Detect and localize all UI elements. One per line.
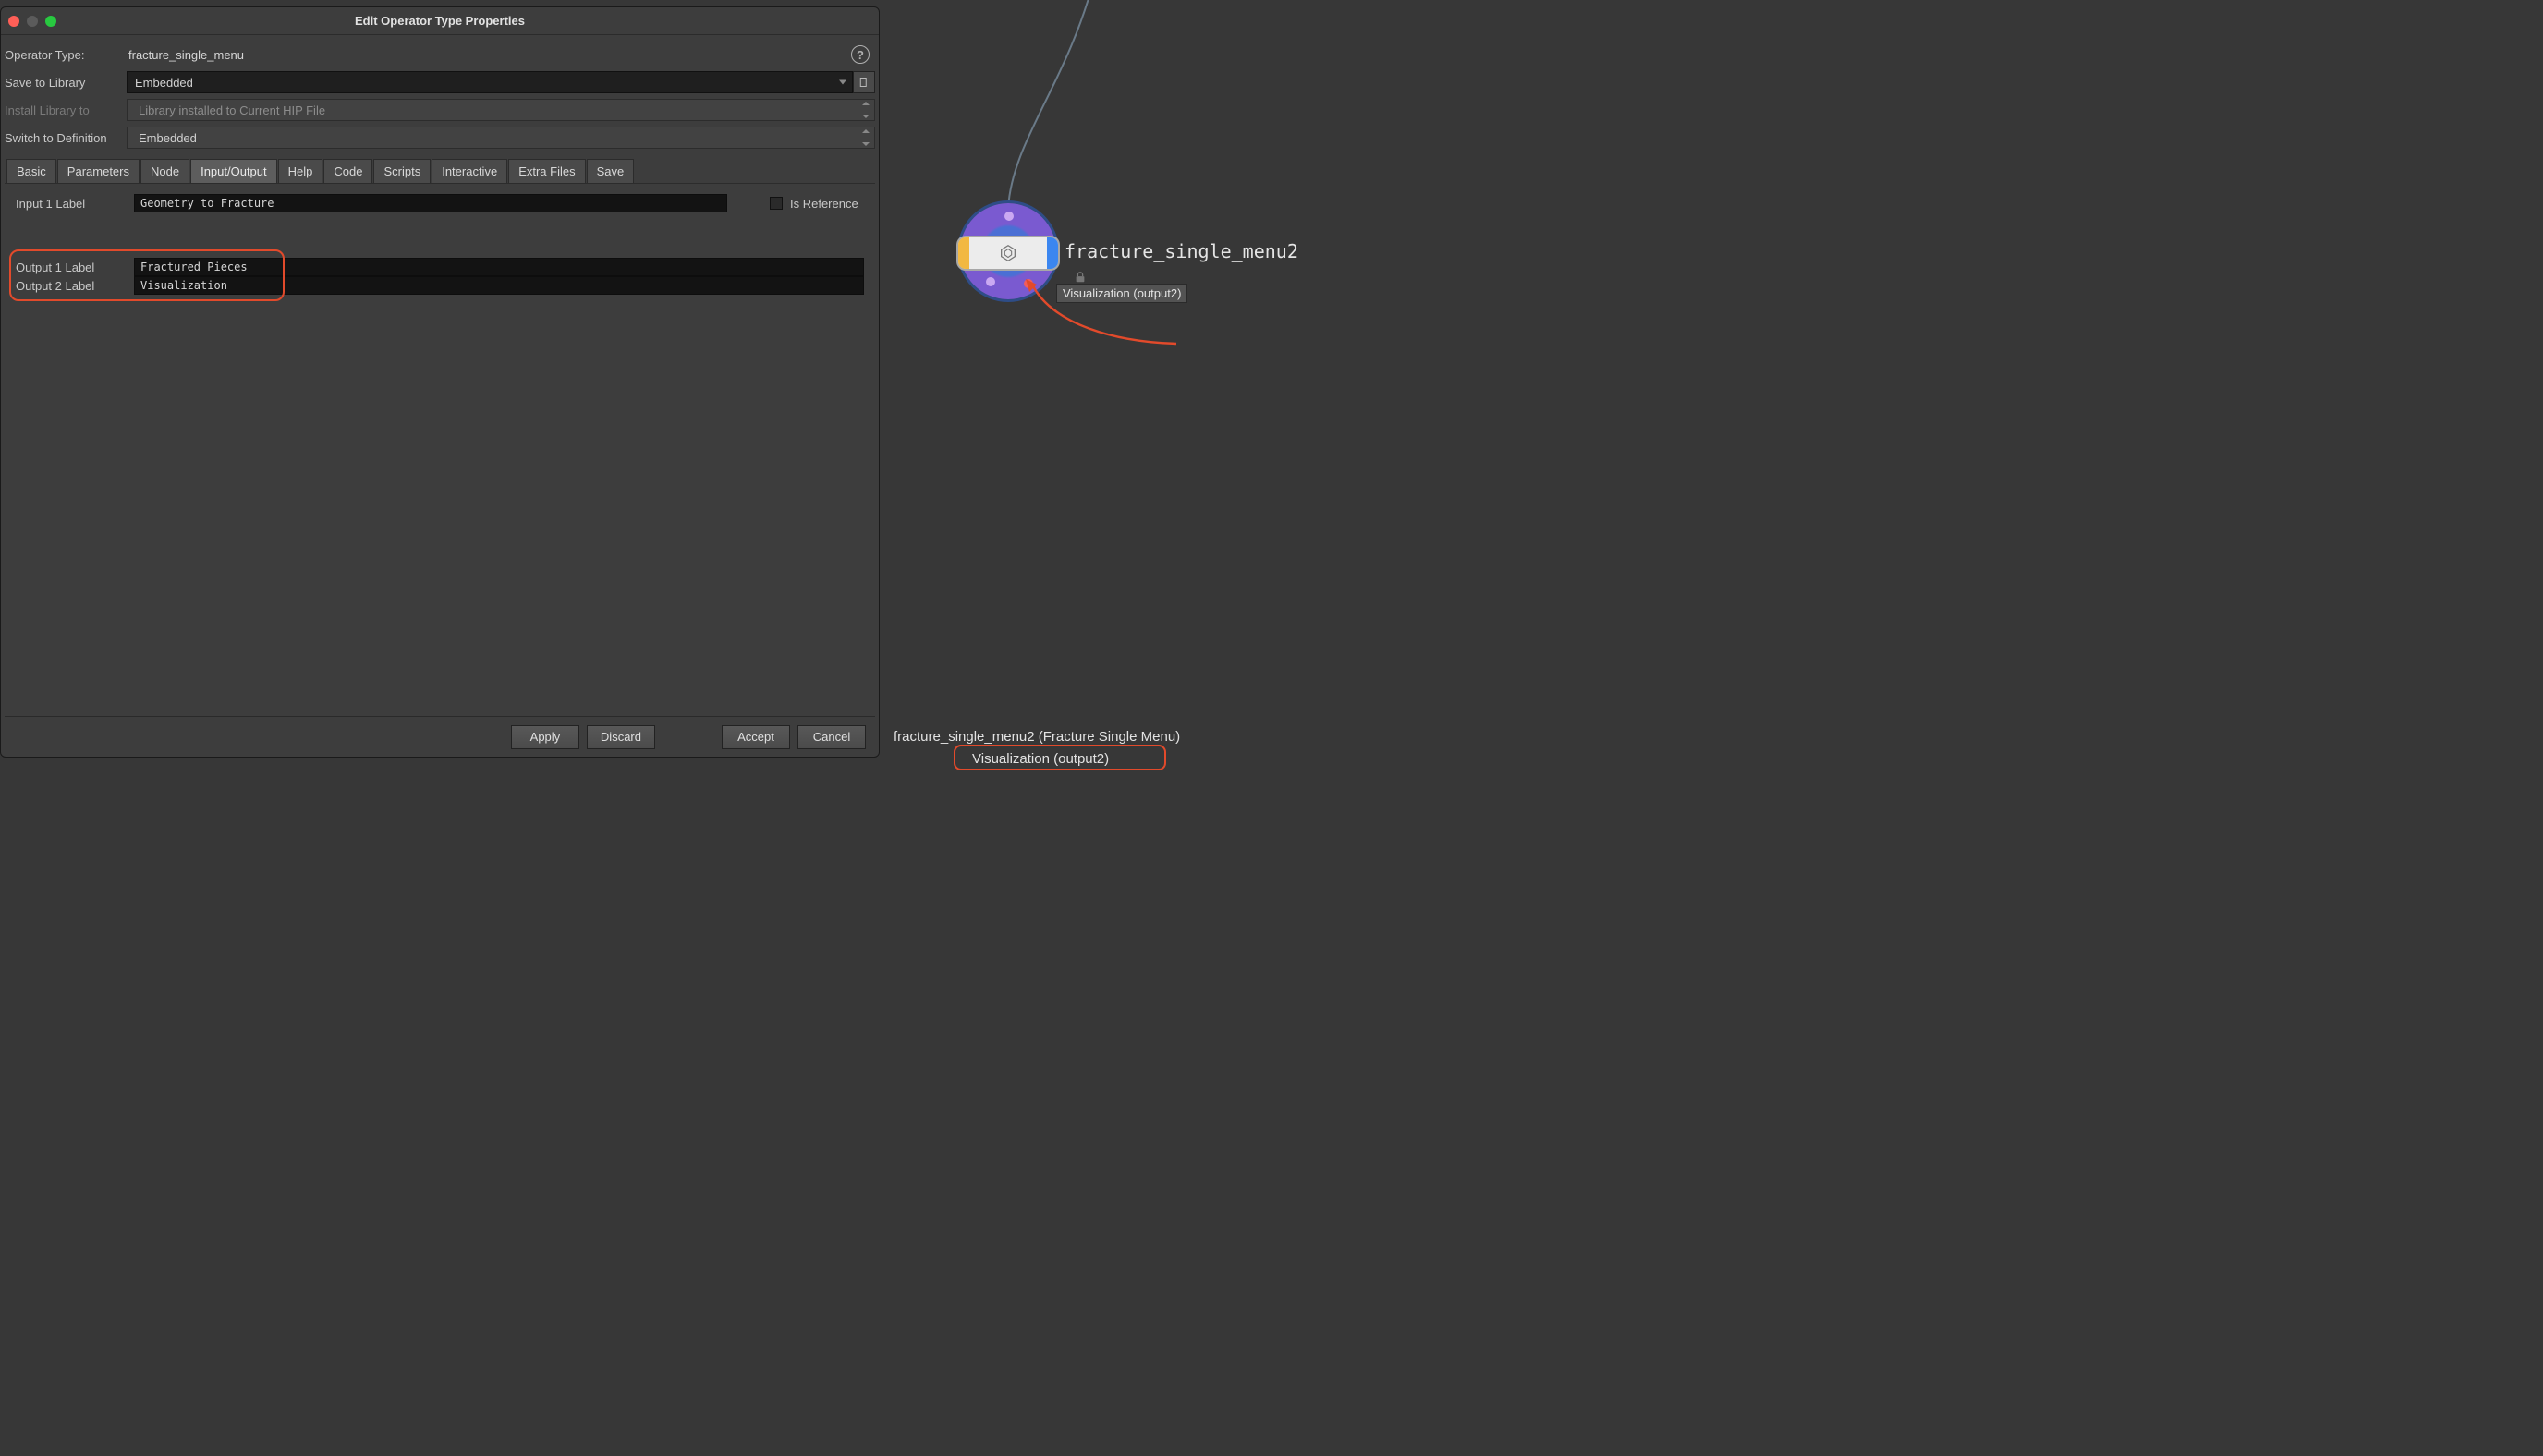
input1-label: Input 1 Label <box>10 197 134 211</box>
is-reference-label: Is Reference <box>790 197 858 211</box>
accept-button[interactable]: Accept <box>722 725 790 749</box>
save-to-library-row: Save to Library Embedded <box>5 68 875 96</box>
chevron-down-icon <box>839 80 846 85</box>
tab-node[interactable]: Node <box>140 159 189 183</box>
output2-field[interactable]: Visualization <box>134 276 864 295</box>
lock-icon <box>1074 271 1087 284</box>
file-icon <box>858 77 870 88</box>
is-reference-checkbox[interactable] <box>770 197 783 210</box>
input1-field[interactable]: Geometry to Fracture <box>134 194 727 212</box>
output1-row: Output 1 Label Fractured Pieces <box>10 258 870 276</box>
switch-definition-value: Embedded <box>139 131 197 145</box>
output2-row: Output 2 Label Visualization <box>10 276 870 295</box>
output-tooltip: Visualization (output2) <box>1056 284 1187 303</box>
node-output1-dot[interactable] <box>986 277 995 286</box>
tab-save[interactable]: Save <box>587 159 635 183</box>
dialog-footer: Apply Discard Accept Cancel <box>5 716 875 757</box>
tab-extra-files[interactable]: Extra Files <box>508 159 585 183</box>
node-input-dot[interactable] <box>1004 212 1014 221</box>
switch-definition-row: Switch to Definition Embedded <box>5 124 875 152</box>
cancel-button[interactable]: Cancel <box>797 725 866 749</box>
install-library-field: Library installed to Current HIP File <box>127 99 875 121</box>
node-output2-dot[interactable] <box>1024 279 1033 288</box>
network-view[interactable]: fracture_single_menu2 Visualization (out… <box>880 0 1345 770</box>
output-group: Output 1 Label Fractured Pieces Output 2… <box>10 258 870 295</box>
tab-input-output[interactable]: Input/Output <box>190 159 277 183</box>
output2-value: Visualization <box>140 279 227 292</box>
tabs: Basic Parameters Node Input/Output Help … <box>5 159 875 183</box>
operator-type-row: Operator Type: fracture_single_menu ? <box>5 41 875 68</box>
is-reference-row: Is Reference <box>770 197 858 211</box>
node-flag-left[interactable] <box>958 237 969 269</box>
save-to-library-value: Embedded <box>135 76 193 90</box>
status-line-2: Visualization (output2) <box>972 751 1109 767</box>
dialog-edit-operator-type: Edit Operator Type Properties Operator T… <box>0 6 880 758</box>
status-line-1: fracture_single_menu2 (Fracture Single M… <box>894 729 1180 745</box>
library-browse-button[interactable] <box>853 71 875 93</box>
discard-button[interactable]: Discard <box>587 725 655 749</box>
spinner-icon <box>862 102 871 118</box>
tab-help[interactable]: Help <box>278 159 323 183</box>
operator-type-value: fracture_single_menu <box>127 48 244 62</box>
node-body[interactable] <box>958 237 1058 269</box>
output1-value: Fractured Pieces <box>140 261 248 273</box>
tab-basic[interactable]: Basic <box>6 159 56 183</box>
install-library-row: Install Library to Library installed to … <box>5 96 875 124</box>
tab-parameters[interactable]: Parameters <box>57 159 140 183</box>
help-icon[interactable]: ? <box>851 45 870 64</box>
save-to-library-dropdown[interactable]: Embedded <box>127 71 853 93</box>
install-library-label: Install Library to <box>5 103 127 117</box>
spinner-icon <box>862 129 871 146</box>
save-to-library-label: Save to Library <box>5 76 127 90</box>
operator-type-label: Operator Type: <box>5 48 127 62</box>
node-flag-right[interactable] <box>1047 237 1058 269</box>
tab-scripts[interactable]: Scripts <box>373 159 431 183</box>
fracture-icon <box>998 243 1018 263</box>
input1-value: Geometry to Fracture <box>140 197 274 210</box>
output1-label: Output 1 Label <box>10 261 134 274</box>
apply-button[interactable]: Apply <box>511 725 579 749</box>
wire-input <box>957 0 1124 212</box>
input1-row: Input 1 Label Geometry to Fracture Is Re… <box>10 193 870 213</box>
install-library-value: Library installed to Current HIP File <box>139 103 325 117</box>
tab-code[interactable]: Code <box>323 159 372 183</box>
tab-body: Input 1 Label Geometry to Fracture Is Re… <box>5 183 875 716</box>
node-label: fracture_single_menu2 <box>1065 240 1298 262</box>
switch-definition-label: Switch to Definition <box>5 131 127 145</box>
output2-label: Output 2 Label <box>10 279 134 293</box>
tab-interactive[interactable]: Interactive <box>432 159 507 183</box>
switch-definition-dropdown[interactable]: Embedded <box>127 127 875 149</box>
output1-field[interactable]: Fractured Pieces <box>134 258 864 276</box>
titlebar: Edit Operator Type Properties <box>1 7 879 35</box>
window-title: Edit Operator Type Properties <box>1 14 879 28</box>
